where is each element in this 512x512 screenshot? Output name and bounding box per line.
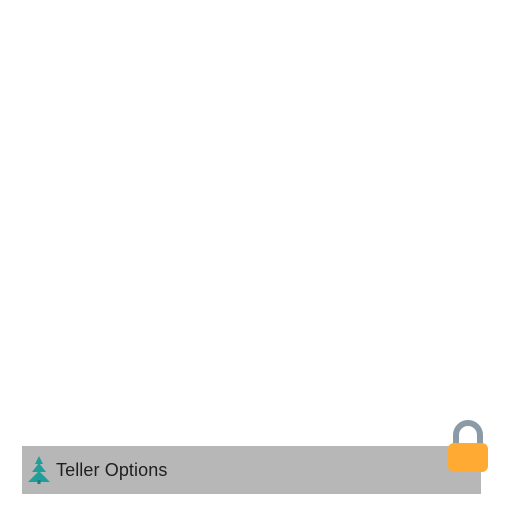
tree-logo-icon xyxy=(28,456,50,484)
bar-title: Teller Options xyxy=(56,459,168,480)
teller-options-bar[interactable]: Teller Options xyxy=(22,446,481,494)
padlock-icon[interactable] xyxy=(446,419,490,474)
